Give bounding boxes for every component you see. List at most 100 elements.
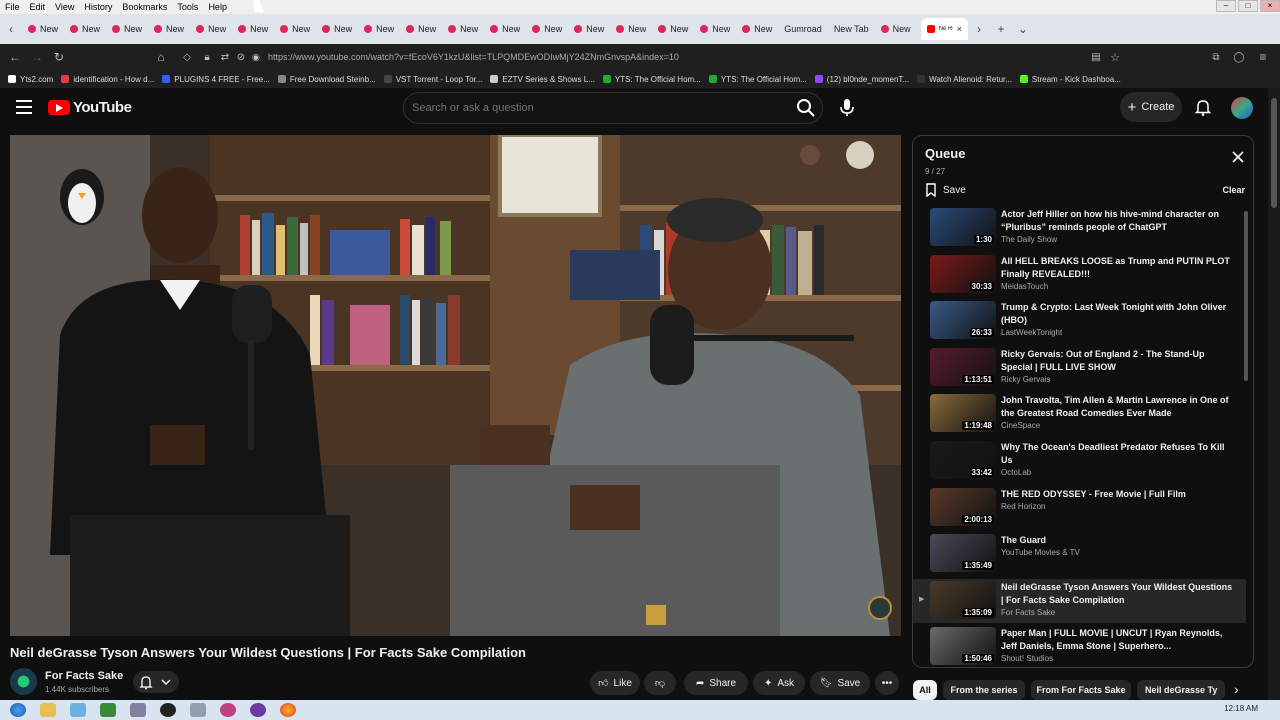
menu-view[interactable]: View: [50, 2, 79, 12]
browser-tab[interactable]: New: [106, 18, 148, 40]
account-icon[interactable]: ◯: [1228, 52, 1250, 63]
chip-related-topic[interactable]: Neil deGrasse Ty: [1137, 680, 1225, 700]
browser-tab[interactable]: New: [652, 18, 694, 40]
menu-help[interactable]: Help: [203, 2, 232, 12]
app-menu-icon[interactable]: ≡: [1252, 50, 1274, 64]
browser-tab[interactable]: New: [316, 18, 358, 40]
menu-history[interactable]: History: [79, 2, 117, 12]
bookmark-item[interactable]: (12) bl0nde_momenT...: [814, 75, 909, 84]
home-icon[interactable]: ⌂: [150, 50, 172, 64]
bookmark-item[interactable]: Yts2.com: [8, 75, 53, 84]
close-window-button[interactable]: ×: [1260, 0, 1280, 12]
menu-bookmarks[interactable]: Bookmarks: [117, 2, 172, 12]
browser-tab[interactable]: New Tab: [828, 18, 875, 40]
queue-item[interactable]: 1:19:48 John Travolta, Tim Allen & Martin…: [913, 392, 1246, 436]
dislike-button[interactable]: 👎︎: [644, 671, 676, 695]
browser-tab[interactable]: New: [568, 18, 610, 40]
app-green-icon[interactable]: [100, 703, 116, 717]
queue-item[interactable]: 26:33 Trump & Crypto: Last Week Tonight w…: [913, 299, 1246, 343]
create-button[interactable]: + Create: [1120, 92, 1182, 122]
app-disc-icon[interactable]: [220, 703, 236, 717]
search-button[interactable]: [794, 96, 818, 120]
browser-tab[interactable]: New: [875, 18, 917, 40]
obs-icon[interactable]: [160, 703, 176, 717]
browser-tab[interactable]: New: [610, 18, 652, 40]
minimize-button[interactable]: –: [1216, 0, 1236, 12]
more-actions-button[interactable]: •••: [875, 671, 899, 695]
queue-close-icon[interactable]: [1231, 150, 1245, 164]
menu-tools[interactable]: Tools: [172, 2, 203, 12]
app-tool-icon[interactable]: [190, 703, 206, 717]
menu-edit[interactable]: Edit: [25, 2, 51, 12]
account-avatar[interactable]: [1231, 97, 1253, 119]
site-info-icon[interactable]: ◉: [252, 47, 260, 67]
page-scrollbar[interactable]: [1268, 88, 1280, 700]
chips-next-arrow-icon[interactable]: ›: [1234, 681, 1239, 697]
channel-avatar[interactable]: [10, 668, 37, 695]
browser-tab[interactable]: New: [232, 18, 274, 40]
browser-tab[interactable]: New: [526, 18, 568, 40]
queue-item[interactable]: 1:50:46 Paper Man | FULL MOVIE | UNCUT | …: [913, 625, 1246, 667]
queue-clear-button[interactable]: Clear: [1222, 185, 1245, 195]
browser-tab[interactable]: New: [400, 18, 442, 40]
browser-tab[interactable]: New: [442, 18, 484, 40]
taskbar-clock[interactable]: 12:18 AM: [1224, 704, 1258, 713]
queue-item[interactable]: 33:42 Why The Ocean's Deadliest Predator …: [913, 439, 1246, 483]
browser-tab[interactable]: Gumroad: [778, 18, 828, 40]
channel-name[interactable]: For Facts Sake: [45, 670, 123, 682]
bookmark-item[interactable]: identification - How d...: [61, 75, 154, 84]
browser-tab[interactable]: New: [148, 18, 190, 40]
queue-item[interactable]: 1:30 Actor Jeff Hiller on how his hive-mi…: [913, 206, 1246, 250]
youtube-logo[interactable]: YouTube: [48, 99, 132, 116]
queue-item[interactable]: 30:33 All HELL BREAKS LOOSE as Trump and …: [913, 253, 1246, 297]
explorer-icon[interactable]: [40, 703, 56, 717]
url-bar[interactable]: ◉ https://www.youtube.com/watch?v=fEcoV6…: [250, 47, 1130, 67]
browser-tab[interactable]: New: [64, 18, 106, 40]
queue-item[interactable]: 1:35:49 The Guard YouTube Movies & TV: [913, 532, 1246, 576]
tab-close-icon[interactable]: ×: [957, 24, 962, 34]
forward-icon[interactable]: →: [26, 50, 48, 64]
chip-all[interactable]: All: [913, 680, 937, 700]
voice-search-button[interactable]: [832, 92, 862, 122]
browser-tab[interactable]: New: [274, 18, 316, 40]
tab-scroll-left-icon[interactable]: ‹: [0, 22, 22, 36]
chip-from-channel[interactable]: From For Facts Sake: [1031, 680, 1131, 700]
browser-tab[interactable]: New: [694, 18, 736, 40]
subscription-bell-button[interactable]: [133, 671, 179, 693]
chip-from-the-series[interactable]: From the series: [943, 680, 1025, 700]
bookmark-item[interactable]: Watch Alienoid: Retur...: [917, 75, 1012, 84]
firefox-icon[interactable]: [280, 703, 296, 717]
browser-tab[interactable]: New: [736, 18, 778, 40]
browser-tab[interactable]: New: [358, 18, 400, 40]
tracking-icon[interactable]: ⊘: [230, 52, 252, 63]
reload-icon[interactable]: ↻: [48, 50, 70, 64]
new-tab-icon[interactable]: +: [990, 22, 1012, 36]
app-purple-icon[interactable]: [250, 703, 266, 717]
start-button-icon[interactable]: [10, 703, 26, 717]
app-figure-icon[interactable]: [130, 703, 146, 717]
page-scrollbar-thumb[interactable]: [1271, 98, 1277, 208]
queue-item-current[interactable]: ▶ 1:35:09 Neil deGrasse Tyson Answers Your…: [913, 578, 1246, 623]
browser-tab[interactable]: New: [484, 18, 526, 40]
video-player[interactable]: [10, 135, 901, 636]
bookmark-item[interactable]: Free Download Steinb...: [277, 75, 376, 84]
tab-list-icon[interactable]: ⌄: [1012, 22, 1034, 36]
extensions-icon[interactable]: ⧉: [1205, 52, 1227, 63]
menu-file[interactable]: File: [0, 2, 25, 12]
browser-tab[interactable]: New: [22, 18, 64, 40]
notes-icon[interactable]: [70, 703, 86, 717]
maximize-button[interactable]: □: [1238, 0, 1258, 12]
bookmark-item[interactable]: Stream - Kick Dashboa...: [1019, 75, 1121, 84]
bookmark-item[interactable]: YTS: The Official Hom...: [602, 75, 701, 84]
back-icon[interactable]: ←: [4, 50, 26, 64]
queue-save-button[interactable]: Save: [925, 183, 966, 197]
ask-button[interactable]: ✦ Ask: [753, 671, 805, 695]
tab-active[interactable]: Ne Ru ×: [920, 18, 968, 40]
browser-tab[interactable]: New: [190, 18, 232, 40]
queue-item[interactable]: 1:13:51 Ricky Gervais: Out of England 2 -…: [913, 346, 1246, 390]
share-button[interactable]: ➦ Share: [684, 671, 748, 695]
shield-icon[interactable]: ◇: [176, 52, 198, 63]
queue-scrollbar[interactable]: [1244, 211, 1248, 381]
search-input[interactable]: [412, 93, 772, 123]
bookmark-star-icon[interactable]: ☆: [1104, 51, 1126, 64]
